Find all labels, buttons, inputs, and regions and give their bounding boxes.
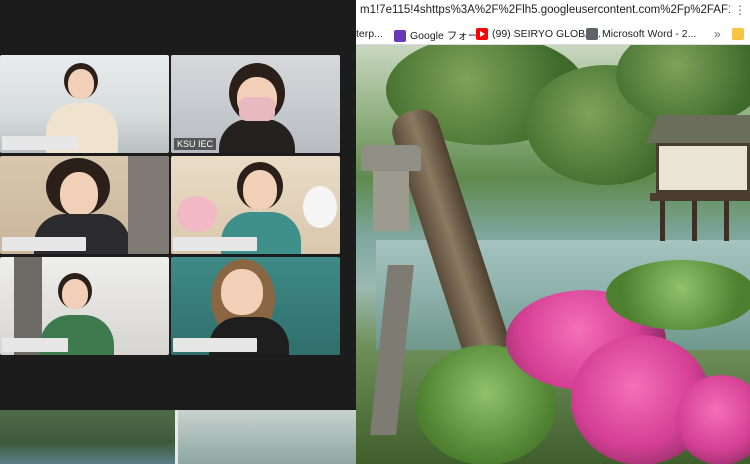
name-bar (173, 338, 257, 352)
desktop-strip (0, 410, 356, 464)
plush-toy (303, 186, 337, 228)
name-bar (2, 136, 78, 150)
google-forms-icon (394, 29, 406, 42)
participant-tile[interactable] (0, 156, 169, 254)
address-text[interactable]: m1!7e115!4shttps%3A%2F%2Flh5.googleuserc… (360, 4, 730, 16)
bookmark-youtube[interactable]: (99) SEIRYO GLOBA... (476, 28, 601, 40)
folder-icon (732, 28, 744, 40)
youtube-icon (476, 28, 488, 40)
participant-tile[interactable] (171, 257, 340, 355)
bookmark-label: terp... (356, 28, 383, 40)
participant-name: KSU IEC (174, 138, 217, 150)
bookmarks-overflow-chevron[interactable]: » (714, 27, 721, 41)
more-vertical-icon[interactable]: ⋮ (734, 3, 746, 17)
name-bar (2, 338, 68, 352)
plush-toy (177, 196, 217, 232)
participant-tile[interactable] (171, 156, 340, 254)
bookmark-label: (99) SEIRYO GLOBA... (492, 28, 601, 40)
participant-tile[interactable] (0, 55, 169, 153)
bookmark-google-forms[interactable]: Google フォーム (394, 28, 488, 43)
desktop: m1!7e115!4shttps%3A%2F%2Flh5.googleuserc… (0, 0, 750, 464)
bookmarks-bar: terp... Google フォーム (99) SEIRYO GLOBA...… (356, 24, 750, 45)
bookmark-item[interactable]: terp... (356, 28, 383, 40)
bookmark-label: Microsoft Word - 2... (602, 28, 697, 40)
bookmark-word-doc[interactable]: Microsoft Word - 2... (586, 28, 696, 40)
participant-tile-active[interactable]: KSU IEC (171, 55, 340, 153)
globe-icon (586, 28, 598, 40)
face-mask (239, 97, 275, 121)
address-bar[interactable]: m1!7e115!4shttps%3A%2F%2Flh5.googleuserc… (356, 0, 750, 22)
name-bar (2, 237, 86, 251)
participant-tile[interactable] (0, 257, 169, 355)
bookmark-folder[interactable] (732, 28, 744, 40)
browser-chrome: m1!7e115!4shttps%3A%2F%2Flh5.googleuserc… (356, 0, 750, 45)
garden-wallpaper (356, 45, 750, 464)
name-bar (173, 237, 257, 251)
zoom-gallery-view: KSU IEC (0, 0, 356, 410)
stone-lantern (361, 145, 421, 445)
tea-house (646, 115, 750, 241)
